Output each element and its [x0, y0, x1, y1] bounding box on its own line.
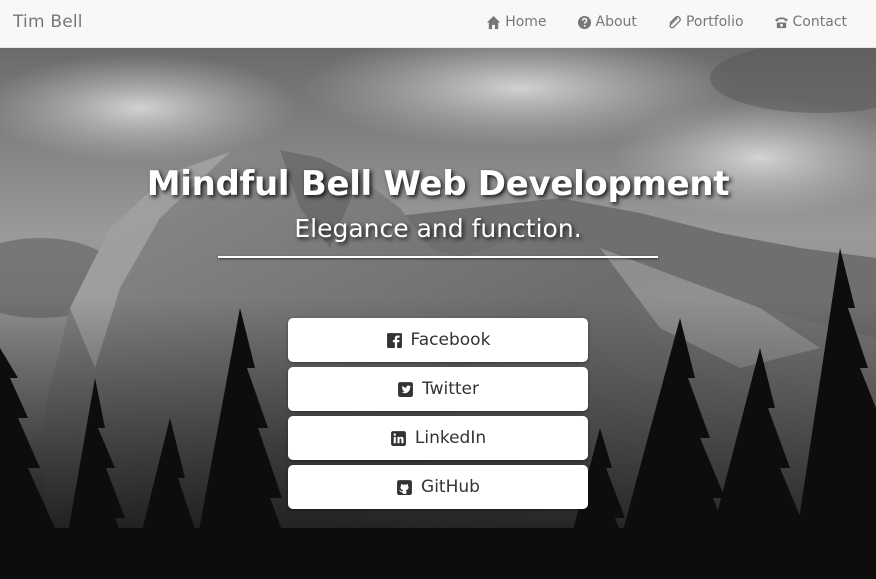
social-links: Facebook Twitter LinkedIn GitHub [288, 318, 588, 509]
brand-link[interactable]: Tim Bell [13, 12, 83, 32]
twitter-button[interactable]: Twitter [288, 367, 588, 411]
social-label: LinkedIn [414, 428, 487, 448]
hero-title: Mindful Bell Web Development [146, 164, 730, 204]
twitter-square-icon [398, 381, 413, 397]
paperclip-icon [669, 15, 681, 29]
social-label: Facebook [410, 330, 491, 350]
nav-item-label: About [595, 14, 637, 30]
nav-item-about[interactable]: About [577, 14, 637, 30]
facebook-button[interactable]: Facebook [288, 318, 588, 362]
hero-section: Mindful Bell Web Development Elegance an… [0, 48, 876, 579]
nav-menu: Home About Portfolio Contact [486, 14, 847, 30]
github-button[interactable]: GitHub [288, 465, 588, 509]
social-label: Twitter [422, 379, 479, 399]
nav-item-label: Contact [792, 14, 847, 30]
linkedin-square-icon [390, 430, 406, 446]
nav-item-label: Portfolio [685, 14, 744, 30]
hero-subtitle: Elegance and function. [294, 214, 582, 243]
nav-item-contact[interactable]: Contact [774, 14, 847, 30]
github-square-icon [397, 479, 412, 495]
nav-item-label: Home [505, 14, 547, 30]
linkedin-button[interactable]: LinkedIn [288, 416, 588, 460]
home-icon [487, 15, 501, 29]
nav-item-portfolio[interactable]: Portfolio [667, 14, 744, 30]
navbar: Tim Bell Home About Portfolio Contact [0, 0, 876, 48]
question-circle-icon [577, 15, 591, 29]
facebook-square-icon [386, 332, 402, 348]
nav-item-home[interactable]: Home [486, 14, 547, 30]
phone-icon [774, 16, 788, 28]
social-label: GitHub [421, 477, 480, 497]
divider [218, 256, 658, 258]
